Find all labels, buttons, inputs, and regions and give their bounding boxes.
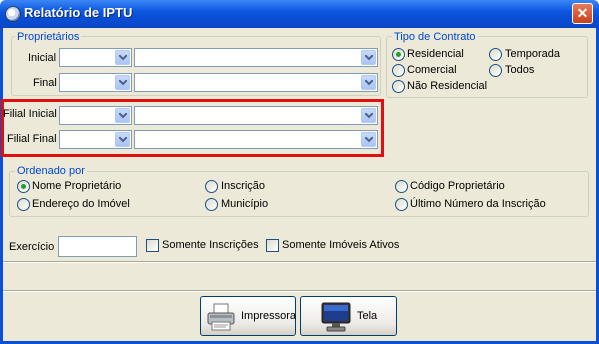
window-title: Relatório de IPTU — [24, 5, 133, 20]
radio-comercial-label: Comercial — [407, 64, 457, 76]
radio-endereco-imovel-label: Endereço do Imóvel — [32, 198, 130, 210]
radio-todos-label: Todos — [505, 64, 535, 76]
filial-inicial-code-combo[interactable] — [59, 106, 132, 125]
separator-line — [3, 261, 596, 263]
somente-imoveis-ativos-label: Somente Imóveis Ativos — [282, 239, 400, 251]
radio-todos[interactable] — [489, 64, 502, 77]
close-button[interactable]: ✕ — [572, 3, 593, 24]
chevron-down-icon[interactable] — [361, 132, 376, 147]
somente-inscricoes-label: Somente Inscrições — [162, 239, 259, 251]
impressora-button-label: Impressora — [241, 310, 297, 322]
printer-icon — [206, 302, 236, 335]
chevron-down-icon[interactable] — [361, 75, 376, 90]
filial-inicial-label: Filial Inicial — [3, 108, 57, 120]
proprietarios-legend: Proprietários — [15, 31, 82, 43]
title-bar[interactable]: Relatório de IPTU ✕ — [0, 0, 599, 28]
separator-line — [3, 290, 596, 292]
radio-ultimo-numero-inscricao-label: Último Número da Inscrição — [410, 198, 546, 210]
impressora-button[interactable]: Impressora — [200, 296, 296, 336]
radio-endereco-imovel[interactable] — [17, 198, 30, 211]
tela-button-label: Tela — [357, 310, 378, 322]
app-icon — [5, 6, 21, 22]
monitor-icon — [321, 301, 351, 336]
inicial-label: Inicial — [28, 52, 57, 64]
radio-residencial[interactable] — [392, 48, 405, 61]
radio-nao-residencial-label: Não Residencial — [407, 80, 488, 92]
radio-nome-proprietario[interactable] — [17, 180, 30, 193]
filial-inicial-name-combo[interactable] — [134, 106, 378, 125]
ordenado-por-group — [9, 171, 589, 217]
tela-button[interactable]: Tela — [300, 296, 397, 336]
radio-ultimo-numero-inscricao[interactable] — [395, 198, 408, 211]
chevron-down-icon[interactable] — [115, 108, 130, 123]
chevron-down-icon[interactable] — [115, 50, 130, 65]
radio-inscricao[interactable] — [205, 180, 218, 193]
proprietario-final-name-combo[interactable] — [134, 73, 378, 92]
radio-codigo-proprietario[interactable] — [395, 180, 408, 193]
chevron-down-icon[interactable] — [115, 132, 130, 147]
radio-municipio[interactable] — [205, 198, 218, 211]
filial-final-code-combo[interactable] — [59, 130, 132, 149]
chevron-down-icon[interactable] — [115, 75, 130, 90]
proprietario-inicial-code-combo[interactable] — [59, 48, 132, 67]
final-label: Final — [33, 77, 57, 89]
filial-final-name-combo[interactable] — [134, 130, 378, 149]
chevron-down-icon[interactable] — [361, 108, 376, 123]
radio-municipio-label: Município — [221, 198, 269, 210]
ordenado-por-legend: Ordenado por — [15, 165, 87, 177]
radio-codigo-proprietario-label: Código Proprietário — [410, 180, 505, 192]
radio-residencial-label: Residencial — [407, 48, 464, 60]
radio-temporada-label: Temporada — [505, 48, 561, 60]
somente-imoveis-ativos-checkbox[interactable] — [266, 239, 279, 252]
exercicio-label: Exercício — [9, 241, 55, 253]
proprietario-final-code-combo[interactable] — [59, 73, 132, 92]
radio-nome-proprietario-label: Nome Proprietário — [32, 180, 122, 192]
dialog-client-area: Proprietários Inicial Final Tipo de Cont… — [1, 28, 596, 341]
radio-inscricao-label: Inscrição — [221, 180, 266, 192]
chevron-down-icon[interactable] — [361, 50, 376, 65]
filial-final-label: Filial Final — [7, 133, 57, 145]
dialog-window: Relatório de IPTU ✕ Proprietários Inicia… — [0, 0, 599, 344]
proprietario-inicial-name-combo[interactable] — [134, 48, 378, 67]
tipo-contrato-legend: Tipo de Contrato — [392, 31, 478, 43]
somente-inscricoes-checkbox[interactable] — [146, 239, 159, 252]
radio-temporada[interactable] — [489, 48, 502, 61]
radio-nao-residencial[interactable] — [392, 80, 405, 93]
radio-comercial[interactable] — [392, 64, 405, 77]
exercicio-input[interactable] — [58, 236, 137, 257]
